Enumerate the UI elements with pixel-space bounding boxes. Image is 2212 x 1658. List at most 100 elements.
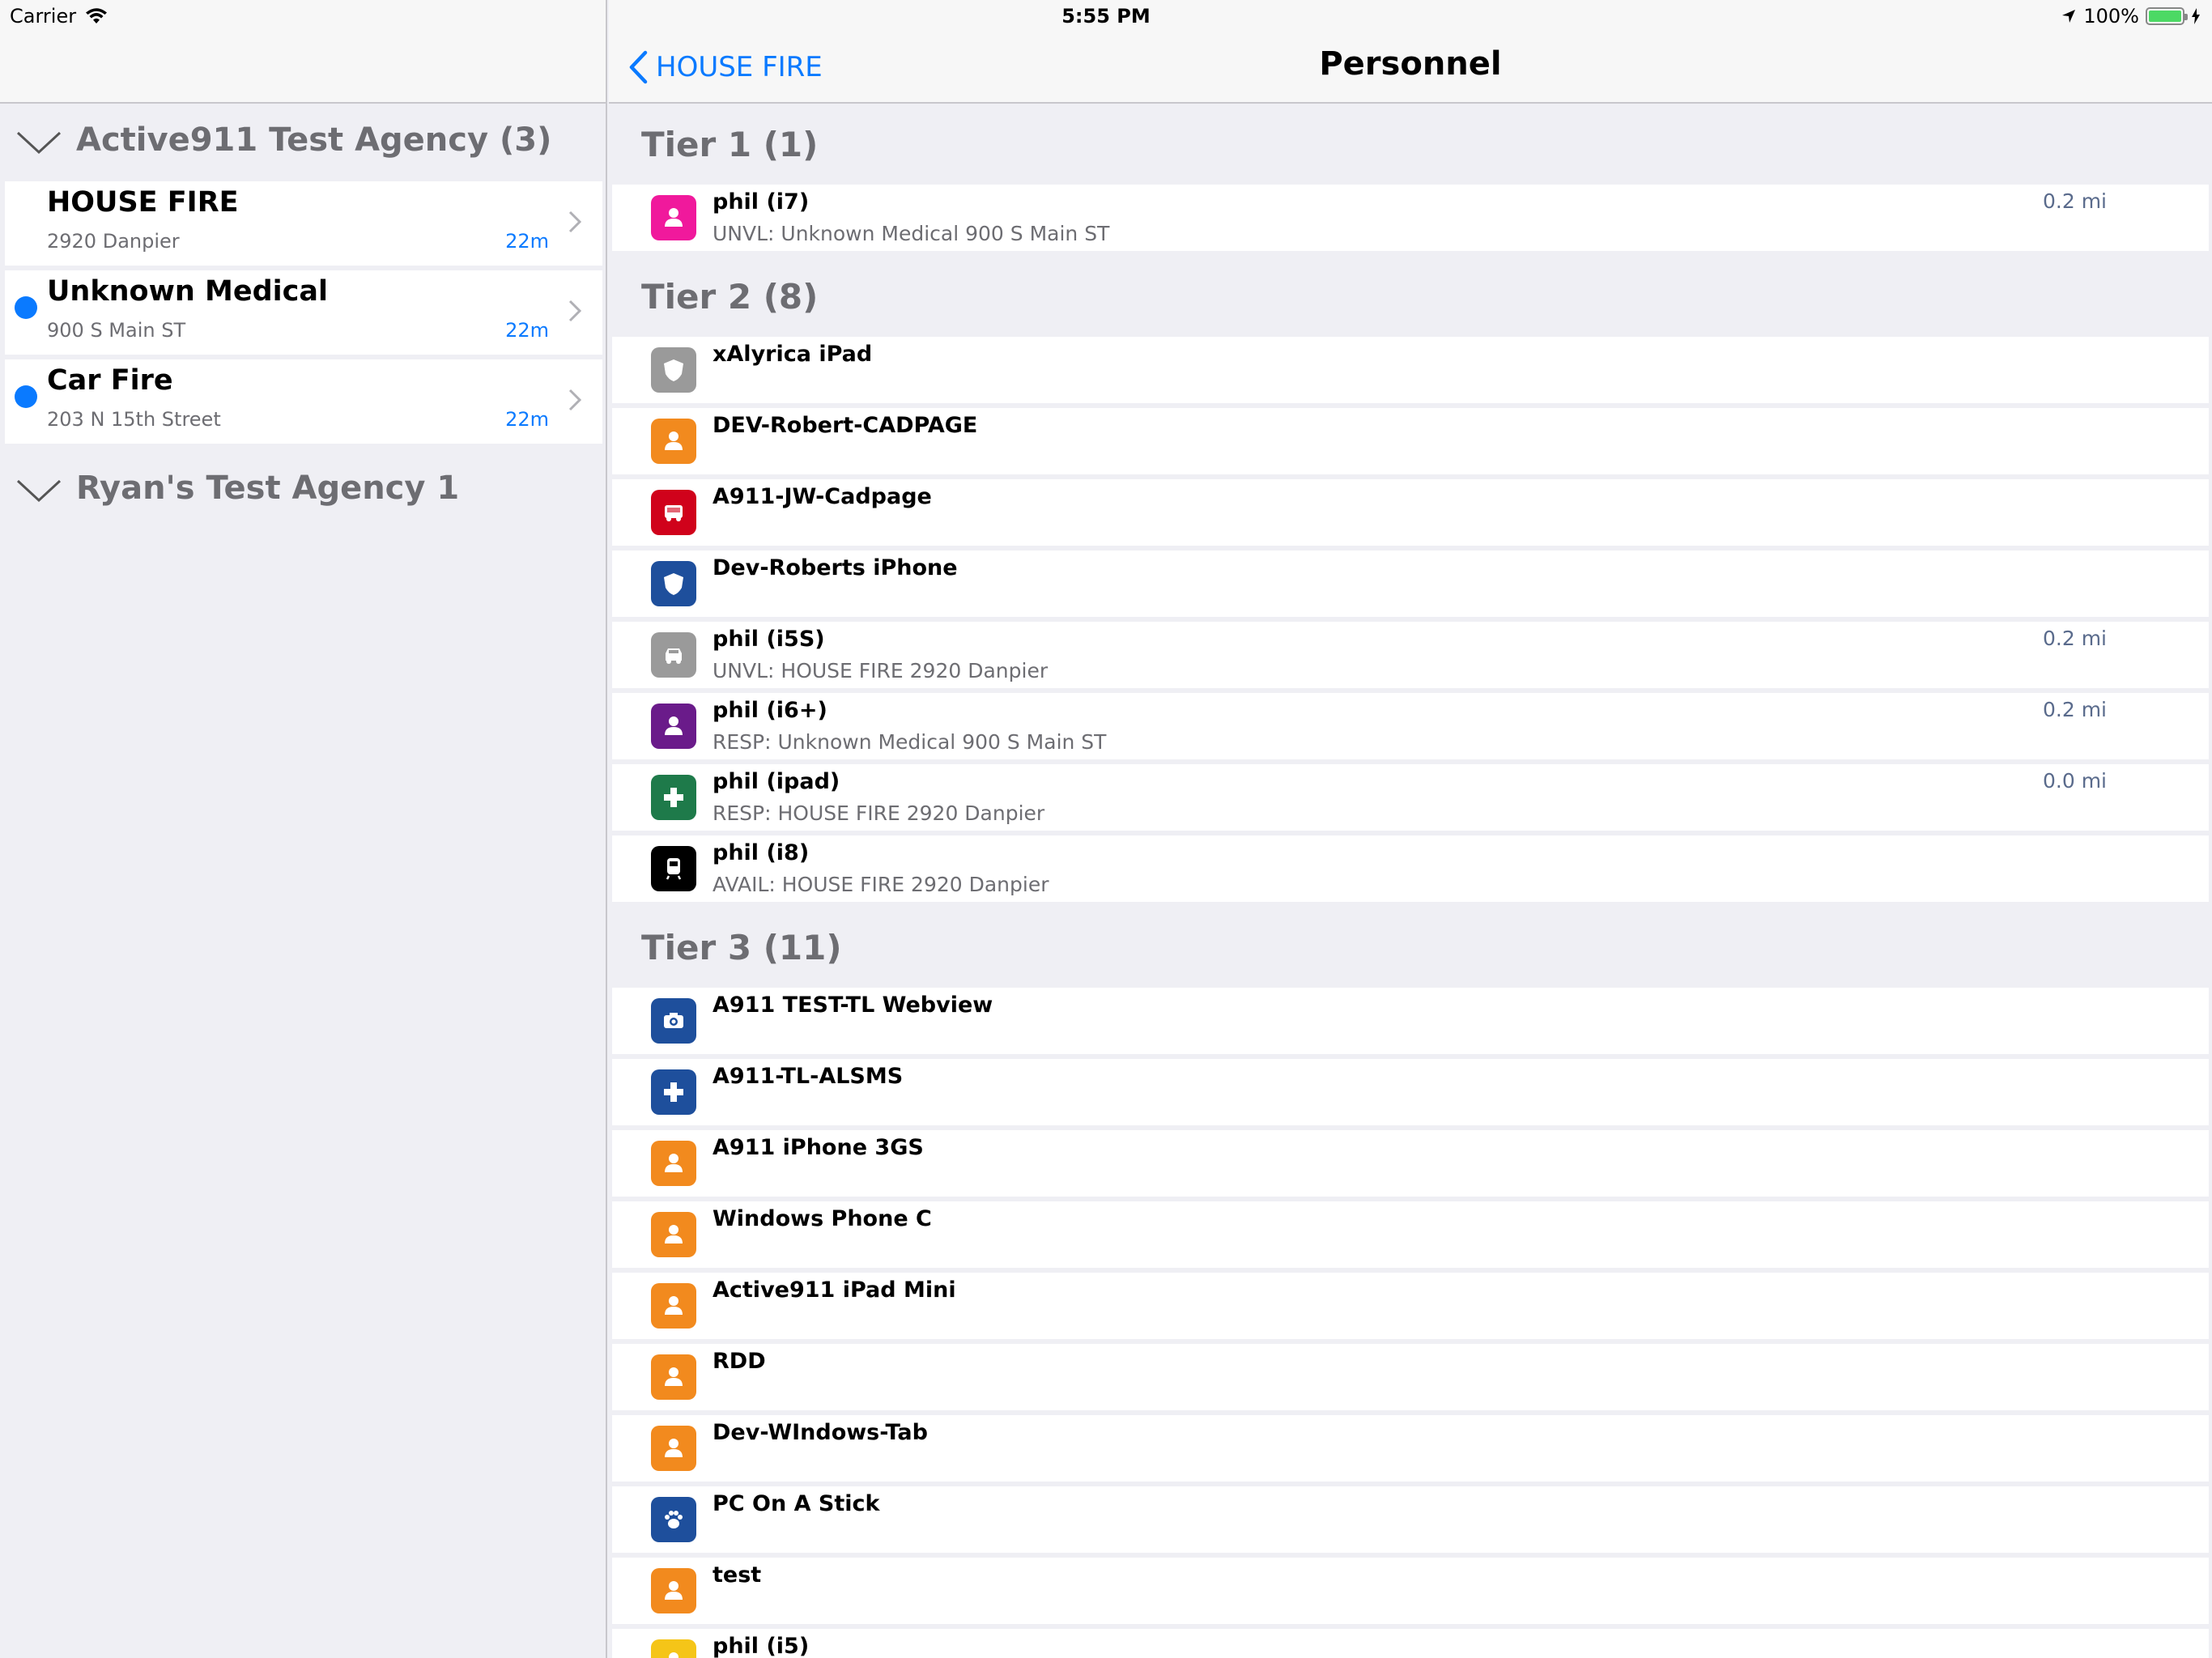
person-icon [651,1354,696,1400]
chevron-right-icon [568,210,581,233]
incident-age: 22m [505,408,549,431]
personnel-name: Active911 iPad Mini [713,1278,956,1303]
incident-address: 900 S Main ST [47,319,186,342]
personnel-name: A911-TL-ALSMS [713,1064,904,1089]
personnel-distance: 0.2 mi [2042,627,2107,650]
chevron-right-icon [568,389,581,411]
personnel-row[interactable]: PC On A Stick [612,1486,2209,1553]
tier-header-2: Tier 2 (8) [609,256,2212,337]
agency-title: Ryan's Test Agency 1 [76,470,460,507]
personnel-row[interactable]: phil (i5) [612,1629,2209,1658]
personnel-status: UNVL: HOUSE FIRE 2920 Danpier [713,659,1049,682]
person-icon [651,195,696,240]
incident-row-unknown-medical[interactable]: Unknown Medical 900 S Main ST 22m [5,270,602,355]
personnel-name: A911 TEST-TL Webview [713,993,993,1018]
tier-header-1: Tier 1 (1) [609,104,2212,185]
agency-title: Active911 Test Agency (3) [76,121,552,159]
person-icon [651,704,696,749]
personnel-pane: HOUSE FIRE Personnel Tier 1 (1) phil (i7)… [609,0,2212,1658]
status-right: 100% [2061,5,2201,28]
paw-icon [651,1497,696,1542]
personnel-row[interactable]: A911 TEST-TL Webview [612,988,2209,1054]
camera-icon [651,998,696,1044]
personnel-name: phil (i5) [713,1634,810,1658]
personnel-row[interactable]: Active911 iPad Mini [612,1273,2209,1339]
personnel-row[interactable]: phil (i8) AVAIL: HOUSE FIRE 2920 Danpier [612,835,2209,902]
personnel-name: Dev-WIndows-Tab [713,1420,928,1445]
person-icon [651,1568,696,1613]
train-icon [651,846,696,891]
personnel-row[interactable]: RDD [612,1344,2209,1410]
incident-row-house-fire[interactable]: HOUSE FIRE 2920 Danpier 22m [5,181,602,266]
person-icon [651,1426,696,1471]
tier-header-3: Tier 3 (11) [609,907,2212,988]
personnel-status: AVAIL: HOUSE FIRE 2920 Danpier [713,873,1049,896]
personnel-list: Tier 1 (1) phil (i7) UNVL: Unknown Medical… [609,104,2212,1658]
agency-header-active911[interactable]: Active911 Test Agency (3) [0,104,606,181]
medical-cross-icon [651,775,696,820]
personnel-row[interactable]: phil (i6+) RESP: Unknown Medical 900 S Ma… [612,693,2209,759]
personnel-name: phil (i8) [713,840,810,865]
personnel-name: PC On A Stick [713,1491,880,1516]
incident-name: Unknown Medical [47,275,328,308]
person-icon [651,419,696,464]
tier-title: Tier 2 (8) [641,277,819,317]
status-time: 5:55 PM [1061,5,1151,28]
personnel-row[interactable]: xAlyrica iPad [612,337,2209,403]
personnel-status: RESP: HOUSE FIRE 2920 Danpier [713,801,1045,825]
status-bar: Carrier 5:55 PM 100% [0,0,2212,32]
personnel-name: phil (i7) [713,189,810,215]
personnel-status: UNVL: Unknown Medical 900 S Main ST [713,222,1110,245]
personnel-distance: 0.2 mi [2042,189,2107,213]
incident-age: 22m [505,319,549,342]
personnel-name: xAlyrica iPad [713,342,873,367]
personnel-name: A911 iPhone 3GS [713,1135,924,1160]
personnel-name: test [713,1562,762,1588]
fire-truck-icon [651,490,696,535]
personnel-row[interactable]: A911-TL-ALSMS [612,1059,2209,1125]
personnel-name: Dev-Roberts iPhone [713,555,958,580]
personnel-name: phil (i6+) [713,698,827,723]
incident-address: 203 N 15th Street [47,408,221,431]
personnel-name: DEV-Robert-CADPAGE [713,413,978,438]
personnel-name: A911-JW-Cadpage [713,484,932,509]
personnel-row[interactable]: phil (i5S) UNVL: HOUSE FIRE 2920 Danpier 0… [612,622,2209,688]
charging-bolt-icon [2192,8,2200,24]
personnel-name: RDD [713,1349,766,1374]
chevron-down-icon [16,131,62,155]
personnel-name: phil (i5S) [713,627,825,652]
battery-icon [2146,7,2188,25]
agency-header-ryans[interactable]: Ryan's Test Agency 1 [0,452,606,529]
personnel-distance: 0.0 mi [2042,769,2107,793]
incident-age: 22m [505,230,549,253]
personnel-row[interactable]: A911-JW-Cadpage [612,479,2209,546]
battery-percent: 100% [2083,5,2139,28]
page-title: Personnel [1319,45,1502,83]
chevron-right-icon [568,300,581,322]
personnel-distance: 0.2 mi [2042,698,2107,721]
location-arrow-icon [2062,10,2076,23]
personnel-row[interactable]: Dev-Roberts iPhone [612,551,2209,617]
car-icon [651,632,696,678]
unread-dot-icon [15,385,37,408]
person-icon [651,1141,696,1186]
personnel-name: phil (ipad) [713,769,840,794]
personnel-row[interactable]: phil (i7) UNVL: Unknown Medical 900 S Mai… [612,185,2209,251]
personnel-name: Windows Phone C [713,1206,932,1231]
incident-row-car-fire[interactable]: Car Fire 203 N 15th Street 22m [5,359,602,444]
tier-title: Tier 1 (1) [641,125,819,164]
police-badge-icon [651,561,696,606]
personnel-row[interactable]: A911 iPhone 3GS [612,1130,2209,1197]
person-icon [651,1283,696,1329]
personnel-row[interactable]: DEV-Robert-CADPAGE [612,408,2209,474]
chevron-down-icon [16,479,62,503]
incident-name: HOUSE FIRE [47,186,239,219]
personnel-row[interactable]: Dev-WIndows-Tab [612,1415,2209,1482]
unread-dot-icon [15,296,37,319]
personnel-row[interactable]: test [612,1558,2209,1624]
personnel-row[interactable]: Windows Phone C [612,1201,2209,1268]
tier-title: Tier 3 (11) [641,928,842,967]
personnel-row[interactable]: phil (ipad) RESP: HOUSE FIRE 2920 Danpier… [612,764,2209,831]
police-badge-icon [651,347,696,393]
personnel-status: RESP: Unknown Medical 900 S Main ST [713,730,1107,754]
